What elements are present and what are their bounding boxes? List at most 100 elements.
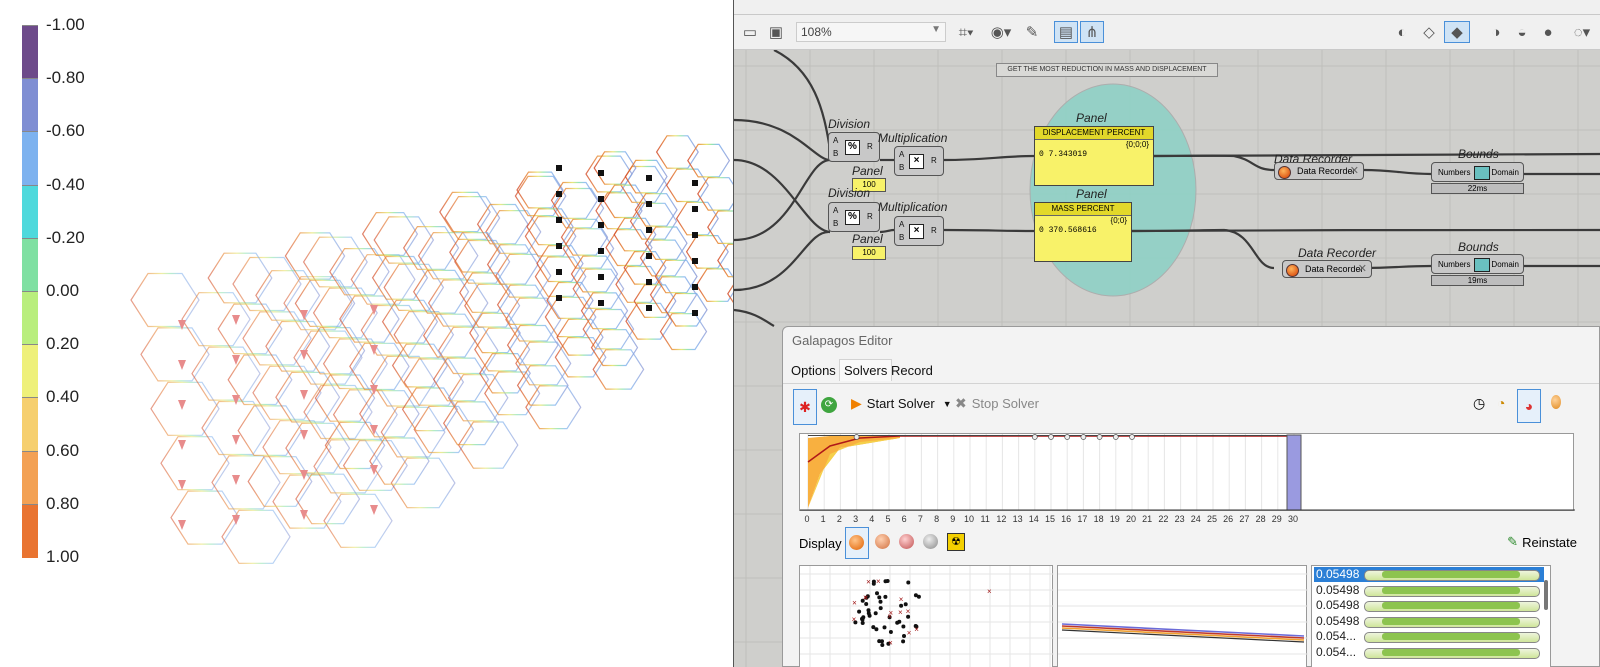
- stop-icon: ✖: [955, 395, 967, 411]
- generation-tick: 11: [980, 514, 990, 524]
- list-scrollbar[interactable]: [1544, 580, 1548, 610]
- group-label: GET THE MOST REDUCTION IN MASS AND DISPL…: [996, 63, 1218, 77]
- display-mode-2[interactable]: [875, 534, 890, 549]
- division-component[interactable]: A B % R: [828, 202, 880, 232]
- clear-icon[interactable]: ✕: [1358, 262, 1367, 275]
- svg-text:×: ×: [907, 629, 912, 638]
- svg-text:×: ×: [863, 593, 868, 602]
- start-solver-button[interactable]: ▶ Start Solver ▼: [851, 395, 952, 412]
- port-r[interactable]: R: [931, 226, 937, 235]
- bounds-component-1[interactable]: Numbers Domain: [1431, 162, 1524, 182]
- grasshopper-canvas[interactable]: GET THE MOST REDUCTION IN MASS AND DISPL…: [734, 50, 1600, 667]
- port-b[interactable]: B: [833, 149, 838, 158]
- stop-solver-button[interactable]: ✖ Stop Solver: [955, 395, 1039, 412]
- panel-title: Panel: [852, 164, 883, 178]
- chevron-down-icon[interactable]: ▼: [931, 24, 941, 35]
- wireframe-icon[interactable]: ◇: [1417, 21, 1441, 43]
- open-file-icon[interactable]: ▭: [740, 21, 760, 43]
- svg-text:×: ×: [866, 578, 871, 587]
- sketch-icon[interactable]: ✎: [1020, 21, 1044, 43]
- record-icon[interactable]: [1278, 166, 1291, 179]
- speed-icon[interactable]: ◕: [1517, 389, 1541, 423]
- radiation-icon[interactable]: ☢: [947, 533, 965, 551]
- port-a[interactable]: A: [833, 136, 838, 145]
- generation-tick: 8: [934, 514, 940, 524]
- fitness-value: 0.054...: [1316, 644, 1357, 659]
- fitness-row[interactable]: 0.054...: [1314, 645, 1544, 660]
- displacement-panel[interactable]: DISPLACEMENT PERCENT {0;0;0} 0 7.343019: [1034, 126, 1154, 186]
- bounds-input[interactable]: Numbers: [1438, 260, 1470, 269]
- bounds-component-2[interactable]: Numbers Domain: [1431, 254, 1524, 274]
- sphere-icon[interactable]: ◒: [1510, 21, 1534, 43]
- generation-tick: 7: [917, 514, 923, 524]
- port-r[interactable]: R: [867, 212, 873, 221]
- shade-icon[interactable]: ◐: [1390, 21, 1414, 43]
- multiplication-component[interactable]: A B × R: [894, 216, 944, 246]
- connect-icon[interactable]: ⋔: [1080, 21, 1104, 43]
- chevron-down-icon[interactable]: ▼: [943, 399, 952, 409]
- display-sphere-icon[interactable]: ◌▾: [1570, 21, 1594, 43]
- generation-tick: 29: [1271, 514, 1282, 524]
- port-a[interactable]: A: [833, 206, 838, 215]
- generation-tick: 25: [1206, 514, 1217, 524]
- tab-record[interactable]: Record: [891, 363, 933, 378]
- port-r[interactable]: R: [867, 142, 873, 151]
- display-mode-3[interactable]: [899, 534, 914, 549]
- port-b[interactable]: B: [899, 163, 904, 172]
- timing-badge: 19ms: [1431, 275, 1524, 286]
- data-recorder-1[interactable]: Data Recorder ✕: [1274, 162, 1364, 180]
- division-component[interactable]: A B % R: [828, 132, 880, 162]
- port-b[interactable]: B: [899, 233, 904, 242]
- shaded-sphere-icon[interactable]: ●: [1536, 21, 1560, 43]
- fitness-row[interactable]: 0.05498: [1314, 583, 1544, 598]
- fitness-row[interactable]: 0.05498: [1314, 598, 1544, 613]
- port-a[interactable]: A: [899, 220, 904, 229]
- data-recorder-2[interactable]: Data Recorder ✕: [1282, 260, 1372, 278]
- fitness-row[interactable]: 0.05498: [1314, 567, 1544, 582]
- mass-panel[interactable]: MASS PERCENT {0;0} 0 370.568616: [1034, 202, 1132, 262]
- tab-solvers[interactable]: Solvers: [839, 359, 893, 381]
- multiplication-title: Multiplication: [878, 200, 948, 214]
- display-mode-4[interactable]: [923, 534, 938, 549]
- generation-tick: 6: [901, 514, 907, 524]
- port-a[interactable]: A: [899, 150, 904, 159]
- evolutionary-solver-icon[interactable]: ✱: [793, 389, 817, 425]
- generation-tick: 9: [950, 514, 956, 524]
- save-icon[interactable]: ▣: [766, 21, 786, 43]
- bounds-input[interactable]: Numbers: [1438, 168, 1470, 177]
- fitness-value: 0.05498: [1316, 582, 1360, 597]
- clear-icon[interactable]: ✕: [1350, 164, 1359, 177]
- panel-100[interactable]: 100: [852, 246, 886, 260]
- fitness-row[interactable]: 0.054...: [1314, 629, 1544, 644]
- fitness-graph[interactable]: [799, 433, 1575, 511]
- zoom-field[interactable]: 108% ▼: [796, 22, 946, 42]
- preview-mode-icon[interactable]: ▤: [1054, 21, 1078, 43]
- data-recorder-title: Data Recorder: [1298, 246, 1377, 260]
- record-icon[interactable]: [1286, 264, 1299, 277]
- clock-icon[interactable]: ◷: [1473, 395, 1485, 412]
- multiplication-component[interactable]: A B × R: [894, 146, 944, 176]
- rendered-icon[interactable]: ◆: [1444, 21, 1470, 43]
- fitness-list[interactable]: 0.05498 0.05498 0.05498 0.05498 0.054... 0.05…: [1311, 565, 1551, 667]
- reinstate-button[interactable]: ✎ Reinstate: [1507, 534, 1577, 550]
- port-r[interactable]: R: [931, 156, 937, 165]
- display-mode-1[interactable]: [845, 527, 869, 559]
- port-b[interactable]: B: [833, 219, 838, 228]
- stop-solver-label: Stop Solver: [971, 396, 1039, 411]
- panel-title: Panel: [1076, 187, 1107, 201]
- analysis-viewport[interactable]: -1.00 -0.80 -0.60 -0.40 -0.20 0.00 0.20 0.40 0.6…: [0, 0, 733, 667]
- bounds-output[interactable]: Domain: [1491, 260, 1519, 269]
- tab-options[interactable]: Options: [791, 363, 836, 378]
- fitness-row[interactable]: 0.05498: [1314, 614, 1544, 629]
- recorder-label: Data Recorder: [1305, 264, 1364, 274]
- similarity-lines[interactable]: [1057, 565, 1308, 667]
- preview-eye-icon[interactable]: ◉▾: [986, 21, 1016, 43]
- annealing-solver-icon[interactable]: ⟳: [821, 397, 837, 413]
- egg-icon[interactable]: [1551, 395, 1561, 409]
- mesh-icon[interactable]: ◑: [1484, 21, 1508, 43]
- population-scatter[interactable]: × × × × × × × × × × × × × × ×: [799, 565, 1054, 667]
- zoom-extents-icon[interactable]: ⌗▾: [952, 21, 980, 43]
- bounds-output[interactable]: Domain: [1491, 168, 1519, 177]
- gauge-icon[interactable]: ◔: [1497, 395, 1505, 411]
- play-icon: ▶: [851, 395, 862, 411]
